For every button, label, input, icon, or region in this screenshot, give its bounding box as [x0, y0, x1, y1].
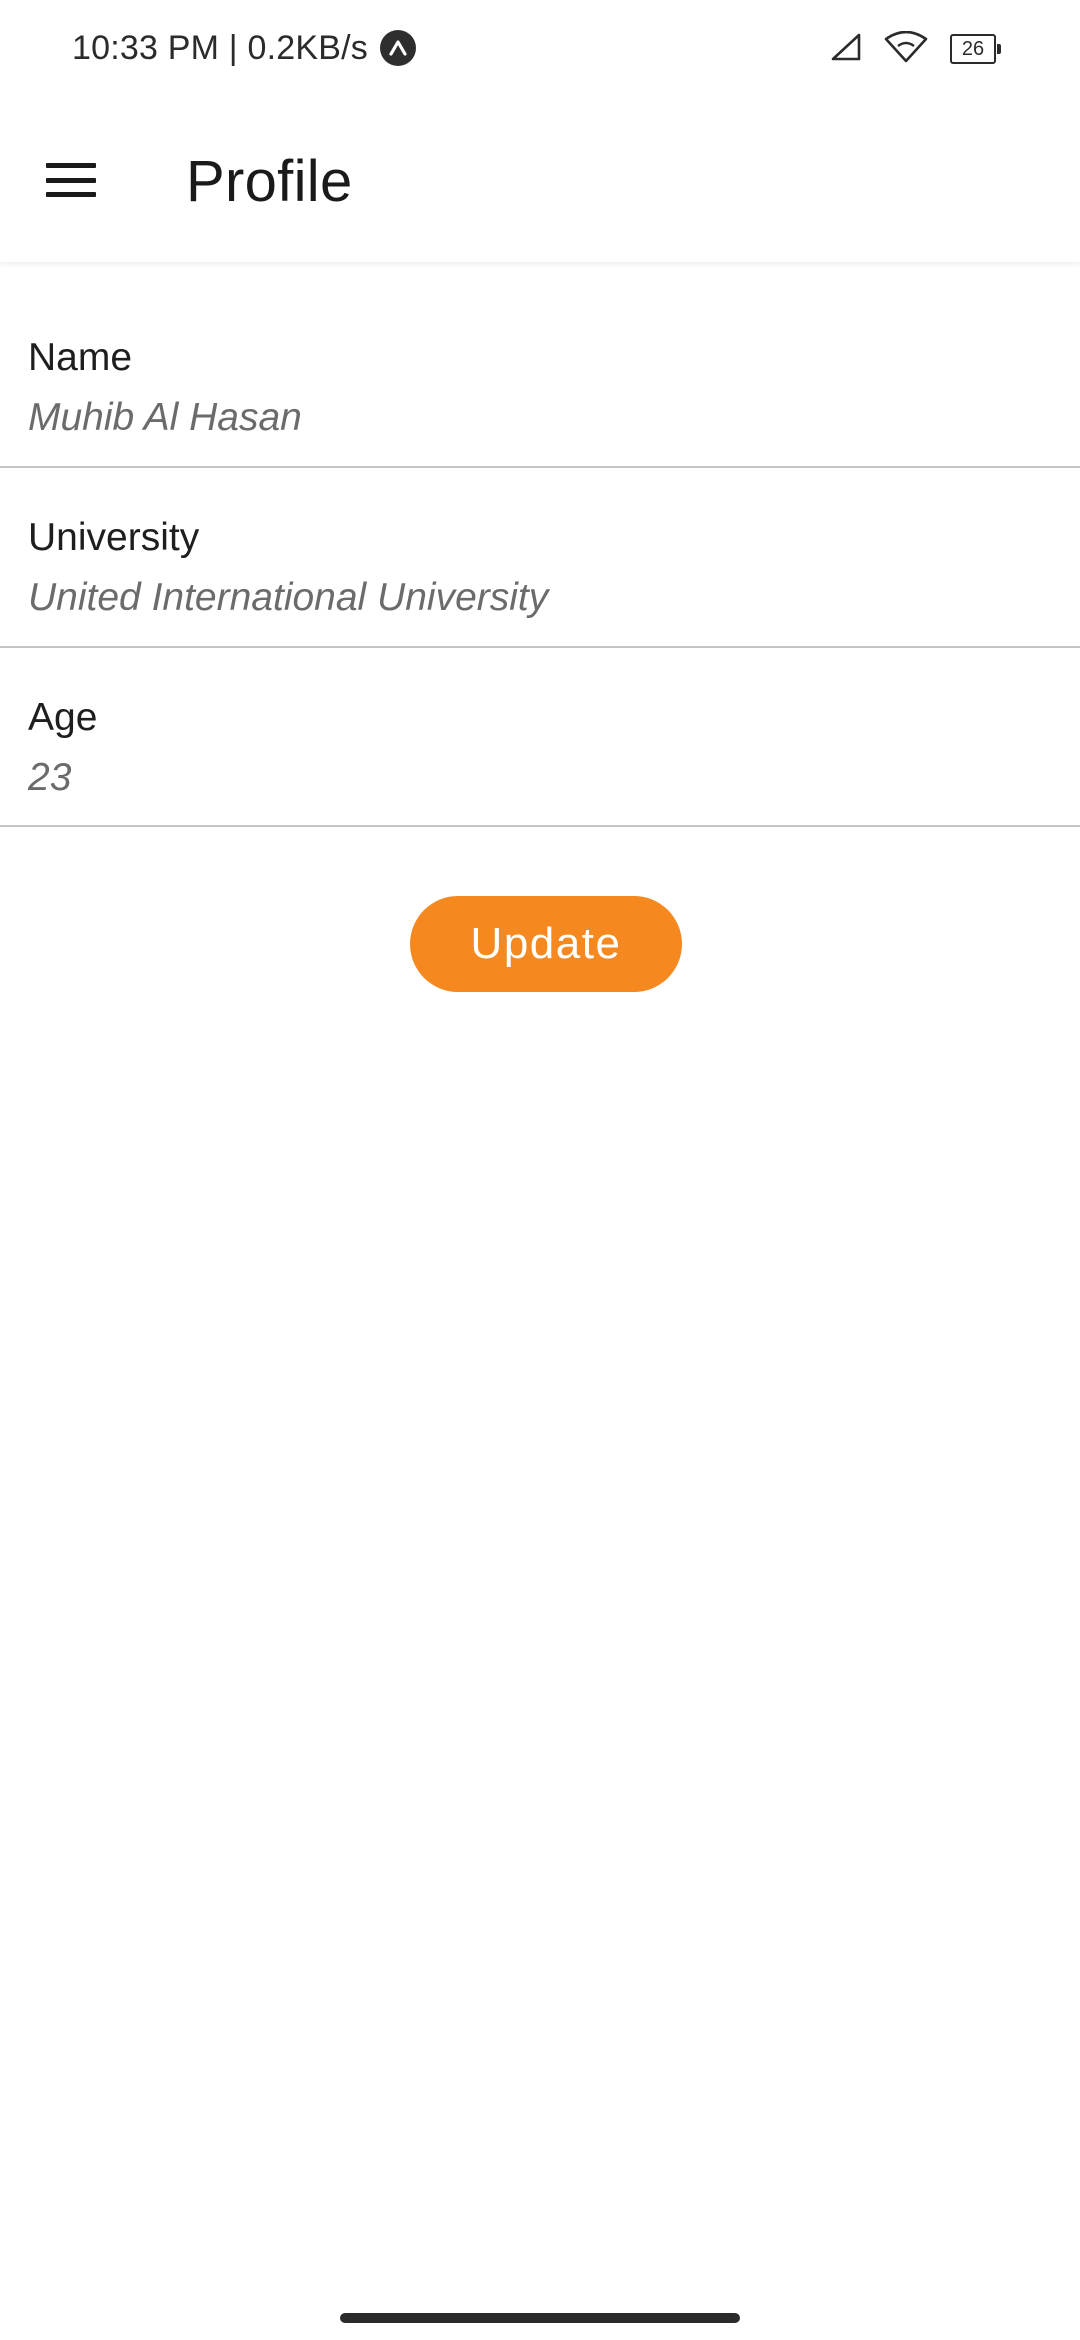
- signal-icon: [830, 32, 862, 67]
- battery-level: 26: [961, 37, 985, 60]
- status-right: 26: [830, 28, 1001, 70]
- update-button[interactable]: Update: [410, 896, 682, 992]
- field-value: 23: [28, 756, 72, 799]
- page-title: Profile: [186, 149, 353, 214]
- home-indicator[interactable]: [340, 2313, 740, 2323]
- field-value: United International University: [28, 576, 549, 619]
- profile-field-name: Name Muhib Al Hasan: [0, 288, 1080, 468]
- field-value: Muhib Al Hasan: [28, 396, 302, 439]
- status-time-speed: 10:33 PM | 0.2KB/s: [72, 28, 368, 67]
- field-label: University: [28, 516, 200, 559]
- battery-icon: 26: [950, 34, 1001, 64]
- field-label: Name: [28, 336, 133, 379]
- profile-field-university: University United International Universi…: [0, 468, 1080, 648]
- status-bar: 10:33 PM | 0.2KB/s 26: [0, 0, 1080, 96]
- status-left: 10:33 PM | 0.2KB/s: [72, 26, 416, 70]
- app-bar: Profile: [0, 96, 1080, 262]
- wifi-icon: [884, 30, 928, 68]
- profile-field-age: Age 23: [0, 648, 1080, 827]
- app-notification-icon: [379, 30, 416, 66]
- profile-screen: 10:33 PM | 0.2KB/s 26 Profile Name Muhib…: [0, 0, 1080, 2340]
- field-label: Age: [28, 696, 98, 739]
- hamburger-menu-icon: [46, 163, 96, 197]
- menu-button[interactable]: [28, 140, 114, 220]
